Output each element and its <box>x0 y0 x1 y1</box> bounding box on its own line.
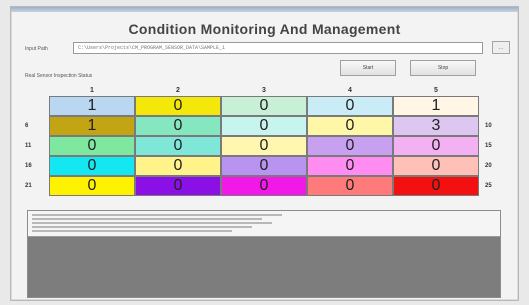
log-line <box>32 226 252 228</box>
row-header-left-2: 6 <box>25 123 29 129</box>
stop-button[interactable]: Stop <box>410 60 476 76</box>
sensor-cell-r5-c5[interactable]: 0 <box>393 176 479 196</box>
row-header-left-4: 16 <box>25 163 32 169</box>
sensor-cell-r3-c4[interactable]: 0 <box>307 136 393 156</box>
sensor-cell-r3-c2[interactable]: 0 <box>135 136 221 156</box>
sensor-cell-r4-c4[interactable]: 0 <box>307 156 393 176</box>
grid-section-label: Real Sensor Inspection Status <box>25 73 93 79</box>
row-header-left-5: 21 <box>25 183 32 189</box>
start-button[interactable]: Start <box>340 60 396 76</box>
log-line <box>32 230 232 232</box>
sensor-cell-r2-c2[interactable]: 0 <box>135 116 221 136</box>
file-path-input[interactable]: C:\Users\Projects\CM_PROGRAM_SENSOR_DATA… <box>73 42 483 54</box>
sensor-cell-r2-c3[interactable]: 0 <box>221 116 307 136</box>
sensor-cell-r3-c1[interactable]: 0 <box>49 136 135 156</box>
sensor-cell-r2-c4[interactable]: 0 <box>307 116 393 136</box>
row-header-right-5: 25 <box>485 183 492 189</box>
column-header-4: 4 <box>348 87 352 94</box>
file-label: Input Path <box>25 46 48 52</box>
sensor-cell-r4-c1[interactable]: 0 <box>49 156 135 176</box>
sensor-cell-r3-c3[interactable]: 0 <box>221 136 307 156</box>
sensor-cell-r4-c3[interactable]: 0 <box>221 156 307 176</box>
log-line <box>32 214 282 216</box>
browse-button[interactable]: ... <box>492 41 510 54</box>
sensor-cell-r1-c1[interactable]: 1 <box>49 96 135 116</box>
sensor-cell-r2-c5[interactable]: 3 <box>393 116 479 136</box>
column-header-3: 3 <box>262 87 266 94</box>
sensor-cell-r3-c5[interactable]: 0 <box>393 136 479 156</box>
column-header-2: 2 <box>176 87 180 94</box>
main-window: Condition Monitoring And Management Inpu… <box>10 6 519 301</box>
sensor-cell-r5-c2[interactable]: 0 <box>135 176 221 196</box>
row-header-right-3: 15 <box>485 143 492 149</box>
sensor-cell-r2-c1[interactable]: 1 <box>49 116 135 136</box>
row-header-left-3: 11 <box>25 143 32 149</box>
log-text-area <box>28 211 500 237</box>
log-line <box>32 222 272 224</box>
row-header-right-4: 20 <box>485 163 492 169</box>
log-panel[interactable] <box>27 210 501 298</box>
log-line <box>32 218 262 220</box>
sensor-cell-r1-c5[interactable]: 1 <box>393 96 479 116</box>
column-header-5: 5 <box>434 87 438 94</box>
sensor-cell-r5-c4[interactable]: 0 <box>307 176 393 196</box>
row-header-right-2: 10 <box>485 123 492 129</box>
sensor-cell-r1-c3[interactable]: 0 <box>221 96 307 116</box>
app-title: Condition Monitoring And Management <box>128 21 401 37</box>
sensor-cell-r4-c5[interactable]: 0 <box>393 156 479 176</box>
sensor-cell-r1-c4[interactable]: 0 <box>307 96 393 116</box>
sensor-cell-r4-c2[interactable]: 0 <box>135 156 221 176</box>
sensor-cell-r5-c1[interactable]: 0 <box>49 176 135 196</box>
sensor-cell-r5-c3[interactable]: 0 <box>221 176 307 196</box>
sensor-cell-r1-c2[interactable]: 0 <box>135 96 221 116</box>
column-header-1: 1 <box>90 87 94 94</box>
window-top-strip <box>11 7 518 12</box>
